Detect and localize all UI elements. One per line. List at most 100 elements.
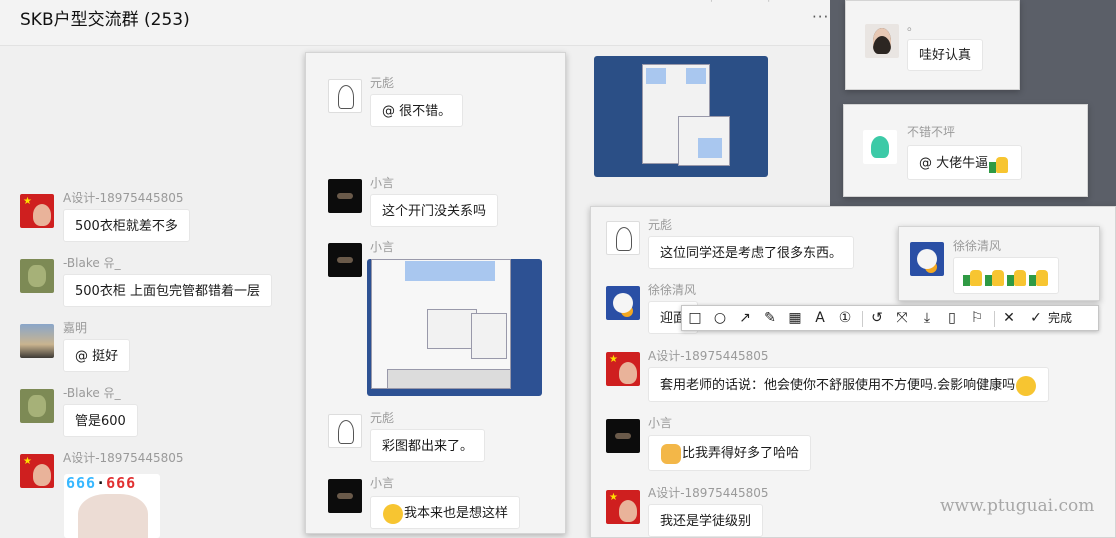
sender-name: 小言 bbox=[370, 176, 395, 190]
plan-room bbox=[427, 309, 477, 349]
avatar[interactable] bbox=[606, 419, 640, 453]
message-bubble: 这位同学还是考虑了很多东西。 bbox=[648, 236, 855, 269]
thumbs-up-emoji bbox=[985, 267, 1005, 287]
message-text: @ 大佬牛逼 bbox=[919, 156, 989, 171]
done-button[interactable]: 完成 bbox=[1048, 309, 1072, 327]
top-edge-fragment: · · bbox=[710, 0, 771, 7]
thinking-emoji bbox=[1016, 375, 1037, 396]
avatar[interactable] bbox=[328, 479, 362, 513]
avatar[interactable] bbox=[606, 286, 640, 320]
close-icon[interactable]: ✕ bbox=[1000, 309, 1018, 327]
chat-window-top-right: 。 哇好认真 bbox=[845, 0, 1020, 90]
mosaic-tool-icon[interactable]: ▦ bbox=[786, 309, 804, 327]
avatar[interactable] bbox=[20, 194, 54, 228]
message-text: 我本来也是想这样 bbox=[404, 506, 509, 521]
avatar[interactable] bbox=[328, 243, 362, 277]
arrow-tool-icon[interactable]: ↗ bbox=[736, 309, 754, 327]
download-icon[interactable]: ⤓ bbox=[918, 309, 936, 327]
message-bubble: 哇好认真 bbox=[907, 39, 984, 71]
sender-name: A设计-18975445805 bbox=[648, 486, 769, 500]
avatar[interactable] bbox=[20, 389, 54, 423]
floor-plan-image[interactable] bbox=[594, 56, 768, 177]
sender-name: 徐徐清风 bbox=[648, 283, 697, 297]
screenshot-toolbar: □ ○ ↗ ✎ ▦ A ① ↺ ⤧ ⤓ ▯ ⚐ ✕ ✓ 完成 bbox=[681, 305, 1099, 331]
floor-plan-image[interactable] bbox=[367, 259, 542, 396]
sender-name: -Blake 유_ bbox=[63, 256, 121, 270]
plan-room bbox=[387, 369, 511, 389]
avatar[interactable] bbox=[606, 490, 640, 524]
sender-name: 嘉明 bbox=[63, 321, 88, 335]
chat-title: SKB户型交流群 (253) bbox=[20, 10, 190, 30]
sender-name: A设计-18975445805 bbox=[63, 191, 184, 205]
meme-text-separator: · bbox=[96, 474, 107, 492]
laughing-emoji bbox=[383, 503, 403, 524]
sender-name: 小言 bbox=[648, 416, 673, 430]
message-bubble: 我还是学徒级别 bbox=[648, 504, 764, 537]
avatar[interactable] bbox=[328, 79, 362, 113]
thumbs-up-emoji bbox=[1007, 267, 1027, 287]
message-bubble: 我本来也是想这样 bbox=[370, 496, 521, 529]
send-to-phone-icon[interactable]: ▯ bbox=[943, 309, 961, 327]
message-bubble: 500衣柜 上面包完管都错着一层 bbox=[63, 274, 272, 307]
message-bubble: @ 很不错。 bbox=[370, 94, 464, 127]
dog-image bbox=[78, 494, 148, 538]
message-bubble: 管是600 bbox=[63, 404, 138, 437]
sender-name: 小言 bbox=[370, 240, 395, 254]
message-bubble: 这个开门没关系吗 bbox=[370, 194, 499, 227]
plan-room bbox=[471, 313, 507, 359]
toolbar-divider bbox=[862, 311, 863, 327]
more-options-icon[interactable]: ··· bbox=[812, 8, 829, 26]
chat-window-mid-right: 不错不坪 @ 大佬牛逼 bbox=[843, 104, 1088, 197]
pin-screenshot-icon[interactable]: ⤧ bbox=[893, 309, 911, 327]
meme-caption: 666·666 bbox=[66, 474, 136, 492]
message-bubble: @ 大佬牛逼 bbox=[907, 145, 1023, 180]
sender-name: 不错不坪 bbox=[907, 125, 956, 139]
chat-window-middle: 元彪 @ 很不错。 小言 这个开门没关系吗 小言 元彪 彩图都出来了。 小言 我… bbox=[305, 52, 566, 534]
bookmark-icon[interactable]: ⚐ bbox=[968, 309, 986, 327]
sender-name: 元彪 bbox=[370, 76, 395, 90]
message-bubble bbox=[953, 257, 1059, 294]
undo-icon[interactable]: ↺ bbox=[868, 309, 886, 327]
avatar[interactable] bbox=[20, 324, 54, 358]
rectangle-tool-icon[interactable]: □ bbox=[686, 309, 704, 327]
meme-text-left: 666 bbox=[66, 474, 97, 492]
avatar[interactable] bbox=[20, 259, 54, 293]
sender-name: 元彪 bbox=[648, 218, 673, 232]
number-tool-icon[interactable]: ① bbox=[836, 309, 854, 327]
avatar[interactable] bbox=[863, 130, 897, 164]
message-bubble: 套用老师的话说：他会使你不舒服使用不方便吗.会影响健康吗 bbox=[648, 367, 1050, 402]
message-bubble: @ 挺好 bbox=[63, 339, 131, 372]
sender-name: 徐徐清风 bbox=[953, 239, 1002, 253]
thumbs-up-emoji bbox=[963, 267, 983, 287]
sender-name: A设计-18975445805 bbox=[63, 451, 184, 465]
pen-tool-icon[interactable]: ✎ bbox=[761, 309, 779, 327]
chat-header: SKB户型交流群 (253) ··· bbox=[0, 0, 830, 46]
avatar[interactable] bbox=[606, 221, 640, 255]
sender-name: 小言 bbox=[370, 476, 395, 490]
thumbs-up-emoji bbox=[1029, 267, 1049, 287]
avatar[interactable] bbox=[606, 352, 640, 386]
cat-emoji bbox=[661, 443, 681, 464]
avatar[interactable] bbox=[328, 179, 362, 213]
meme-text-right: 666 bbox=[106, 474, 137, 492]
watermark: www.ptuguai.com bbox=[940, 496, 1095, 516]
message-text: 套用老师的话说：他会使你不舒服使用不方便吗.会影响健康吗 bbox=[660, 378, 1016, 393]
avatar[interactable] bbox=[910, 242, 944, 276]
sender-name: 元彪 bbox=[370, 411, 395, 425]
avatar[interactable] bbox=[20, 454, 54, 488]
text-tool-icon[interactable]: A bbox=[811, 309, 829, 327]
toolbar-divider bbox=[994, 311, 995, 327]
avatar[interactable] bbox=[865, 24, 899, 58]
sender-name: -Blake 유_ bbox=[63, 386, 121, 400]
sender-name: A设计-18975445805 bbox=[648, 349, 769, 363]
plan-room bbox=[698, 138, 722, 158]
chat-window-floating: 徐徐清风 bbox=[898, 226, 1100, 301]
meme-sticker[interactable]: 666·666 bbox=[64, 474, 160, 538]
check-icon[interactable]: ✓ bbox=[1027, 309, 1045, 327]
avatar[interactable] bbox=[328, 414, 362, 448]
plan-room bbox=[686, 68, 706, 84]
ellipse-tool-icon[interactable]: ○ bbox=[711, 309, 729, 327]
message-text: 比我弄得好多了哈哈 bbox=[682, 446, 800, 461]
plan-room bbox=[646, 68, 666, 84]
message-bubble: 500衣柜就差不多 bbox=[63, 209, 190, 242]
